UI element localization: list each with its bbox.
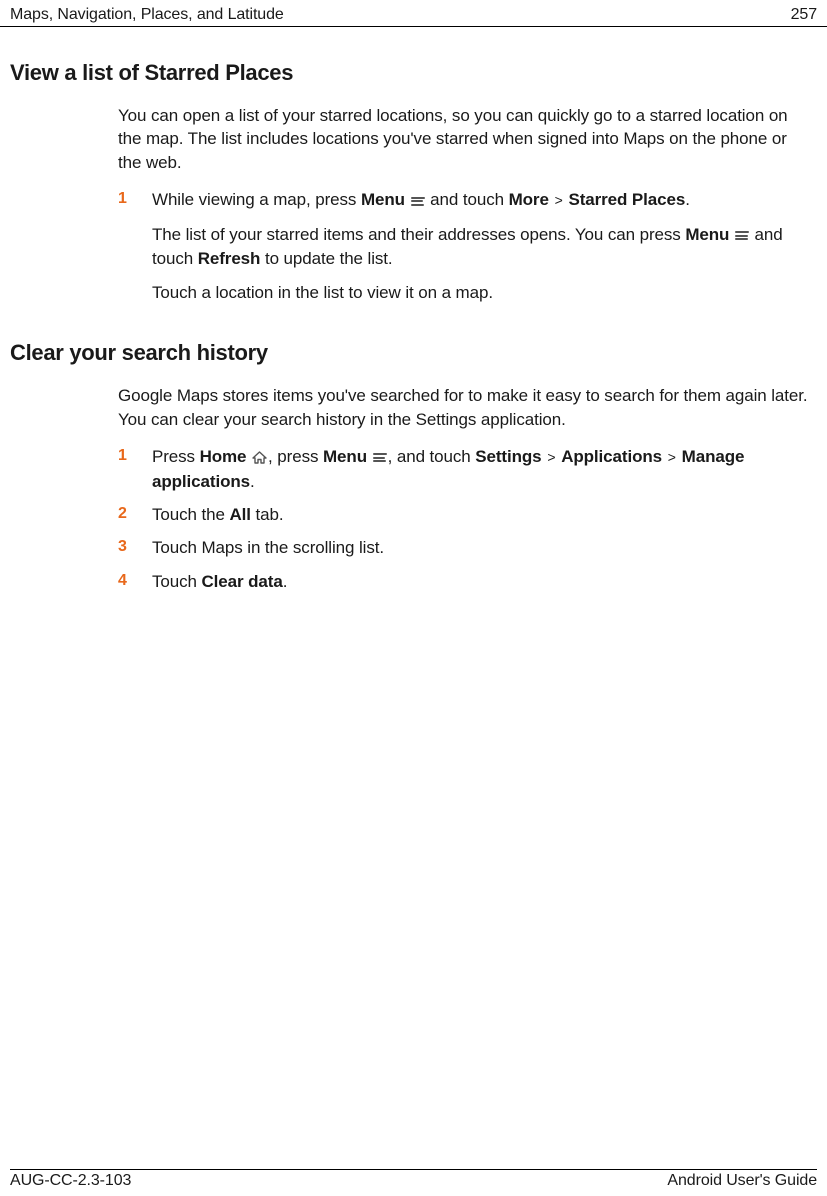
text: , and touch bbox=[388, 447, 476, 466]
step-1-sub1: The list of your starred items and their… bbox=[152, 223, 812, 271]
step-number: 4 bbox=[118, 570, 152, 593]
refresh-label: Refresh bbox=[198, 249, 261, 268]
all-tab-label: All bbox=[229, 505, 250, 524]
text: , press bbox=[268, 447, 323, 466]
step-number: 1 bbox=[118, 445, 152, 493]
text: and touch bbox=[426, 190, 509, 209]
text: . bbox=[283, 572, 288, 591]
text: Touch bbox=[152, 572, 202, 591]
step-3: 3 Touch Maps in the scrolling list. bbox=[118, 536, 812, 559]
applications-label: Applications bbox=[561, 447, 662, 466]
home-icon bbox=[252, 446, 267, 469]
step-body: Touch Clear data. bbox=[152, 570, 812, 593]
text: While viewing a map, press bbox=[152, 190, 361, 209]
text: . bbox=[685, 190, 690, 209]
clear-data-label: Clear data bbox=[202, 572, 283, 591]
text: Touch the bbox=[152, 505, 229, 524]
home-label: Home bbox=[200, 447, 247, 466]
section-heading: Clear your search history bbox=[10, 340, 817, 366]
text: Press bbox=[152, 447, 200, 466]
section-clear-history: Clear your search history Google Maps st… bbox=[10, 340, 817, 593]
intro-paragraph: Google Maps stores items you've searched… bbox=[118, 384, 812, 431]
step-1: 1 Press Home , press Menu , and touch Se… bbox=[118, 445, 812, 493]
menu-icon bbox=[373, 446, 387, 469]
page-content: View a list of Starred Places You can op… bbox=[10, 60, 817, 603]
breadcrumb-separator: > bbox=[544, 449, 560, 465]
page-header: Maps, Navigation, Places, and Latitude 2… bbox=[0, 0, 827, 27]
starred-places-label: Starred Places bbox=[568, 190, 685, 209]
step-body: Touch Maps in the scrolling list. bbox=[152, 536, 812, 559]
page-number: 257 bbox=[791, 6, 817, 24]
text: The list of your starred items and their… bbox=[152, 225, 685, 244]
breadcrumb-separator: > bbox=[664, 449, 680, 465]
menu-label: Menu bbox=[685, 225, 729, 244]
step-body: Press Home , press Menu , and touch Sett… bbox=[152, 445, 812, 493]
menu-label: Menu bbox=[323, 447, 367, 466]
menu-label: Menu bbox=[361, 190, 405, 209]
intro-paragraph: You can open a list of your starred loca… bbox=[118, 104, 812, 174]
settings-label: Settings bbox=[475, 447, 541, 466]
section-starred-places: View a list of Starred Places You can op… bbox=[10, 60, 817, 304]
step-2: 2 Touch the All tab. bbox=[118, 503, 812, 526]
text: tab. bbox=[251, 505, 284, 524]
more-label: More bbox=[509, 190, 549, 209]
doc-id: AUG-CC-2.3-103 bbox=[10, 1172, 131, 1190]
page-footer: AUG-CC-2.3-103 Android User's Guide bbox=[10, 1169, 817, 1190]
step-body: While viewing a map, press Menu and touc… bbox=[152, 188, 812, 212]
step-number: 2 bbox=[118, 503, 152, 526]
breadcrumb-separator: > bbox=[551, 192, 567, 208]
guide-name: Android User's Guide bbox=[667, 1172, 817, 1190]
section-heading: View a list of Starred Places bbox=[10, 60, 817, 86]
step-number: 3 bbox=[118, 536, 152, 559]
chapter-title: Maps, Navigation, Places, and Latitude bbox=[10, 6, 284, 24]
step-1: 1 While viewing a map, press Menu and to… bbox=[118, 188, 812, 212]
step-number: 1 bbox=[118, 188, 152, 212]
step-1-sub2: Touch a location in the list to view it … bbox=[152, 281, 812, 304]
menu-icon bbox=[735, 224, 749, 247]
step-4: 4 Touch Clear data. bbox=[118, 570, 812, 593]
step-body: Touch the All tab. bbox=[152, 503, 812, 526]
text: to update the list. bbox=[260, 249, 392, 268]
text: . bbox=[250, 472, 255, 491]
menu-icon bbox=[411, 189, 425, 212]
